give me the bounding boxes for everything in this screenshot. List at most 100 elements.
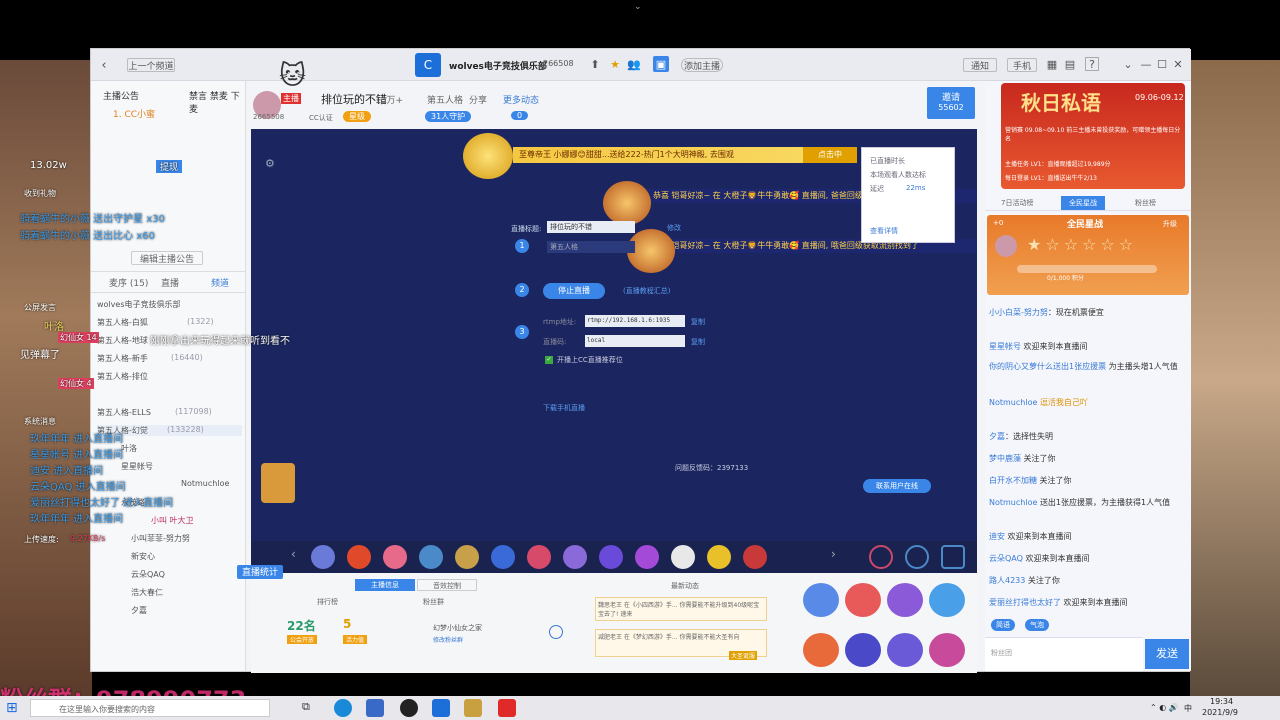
gift-item-icon[interactable] bbox=[563, 545, 587, 569]
send-button[interactable]: 发送 bbox=[1145, 639, 1189, 669]
user-item[interactable]: 云朵QAQ bbox=[131, 569, 165, 580]
edit-announcement-button[interactable]: 编辑主播公告 bbox=[131, 251, 203, 265]
title-input[interactable]: 排位玩的不错 bbox=[547, 221, 635, 233]
obs-icon[interactable] bbox=[400, 699, 418, 717]
game-tag[interactable]: 第五人格 bbox=[427, 93, 463, 106]
title-edit-link[interactable]: 修改 bbox=[667, 223, 681, 233]
tutorial-link[interactable]: (直播教程汇总) bbox=[623, 286, 670, 296]
more-link[interactable]: 更多动态 bbox=[503, 93, 539, 106]
gift-prev-icon[interactable]: ‹ bbox=[291, 547, 296, 561]
mobile-button[interactable]: 手机 bbox=[1007, 58, 1037, 72]
gift-item-icon[interactable] bbox=[347, 545, 371, 569]
tree-root[interactable]: wolves电子竞技俱乐部 bbox=[97, 299, 180, 310]
user-item[interactable]: 小叫菲菲-努力努 bbox=[131, 533, 190, 544]
live-stats-button[interactable]: 直播统计 bbox=[237, 565, 283, 579]
tab-7day-rank[interactable]: 7日活动榜 bbox=[1001, 198, 1033, 208]
gift-item-icon[interactable] bbox=[455, 545, 479, 569]
minimize-icon[interactable]: — bbox=[1139, 57, 1153, 71]
tab-channel[interactable]: 频道 bbox=[211, 276, 229, 289]
tab-star-war[interactable]: 全民星战 bbox=[1061, 196, 1105, 210]
add-anchor-button[interactable]: 添加主播 bbox=[681, 58, 723, 72]
key-input[interactable]: local bbox=[585, 335, 685, 347]
gift-settings-icon[interactable] bbox=[869, 545, 893, 569]
popup-link[interactable]: 查看详情 bbox=[870, 226, 898, 236]
share-button[interactable]: 分享 bbox=[469, 93, 487, 106]
rtmp-input[interactable]: rtmp://192.168.1.6:1935 bbox=[585, 315, 685, 327]
chat-user[interactable]: 小小白菜-努力努 bbox=[989, 308, 1048, 317]
gift-item-icon[interactable] bbox=[419, 545, 443, 569]
share-group-icon[interactable] bbox=[887, 633, 923, 667]
edge-icon[interactable] bbox=[334, 699, 352, 717]
chat-user[interactable]: 星星帐号 bbox=[989, 342, 1021, 351]
help-icon[interactable]: ? bbox=[1085, 57, 1099, 71]
camera-icon[interactable]: ▣ bbox=[653, 56, 669, 72]
user-item[interactable]: 浩大春仁 bbox=[131, 587, 163, 598]
user-item[interactable]: 小叫 叶大卫 bbox=[151, 515, 194, 526]
app-icon[interactable] bbox=[366, 699, 384, 717]
points-mall-icon[interactable] bbox=[803, 583, 839, 617]
task-view-icon[interactable]: ⧉ bbox=[302, 700, 310, 714]
gift-package-icon[interactable] bbox=[941, 545, 965, 569]
lottery-icon[interactable] bbox=[845, 583, 881, 617]
user-item[interactable]: 夕嘉 bbox=[131, 605, 147, 616]
layout-icon[interactable]: ▤ bbox=[1063, 57, 1077, 71]
user-item[interactable]: Notmuchloe bbox=[181, 479, 229, 488]
guard-rank-icon[interactable] bbox=[845, 633, 881, 667]
maximize-icon[interactable]: ☐ bbox=[1155, 57, 1169, 71]
star-upgrade[interactable]: 升级 bbox=[1163, 219, 1177, 229]
back-arrow-icon[interactable]: ‹ bbox=[97, 57, 111, 73]
tab-anchor-notice[interactable]: 主播公告 bbox=[103, 89, 139, 102]
grid-icon[interactable]: ▦ bbox=[1045, 57, 1059, 71]
fanclub-name[interactable]: 幻梦小仙女之家 bbox=[433, 623, 482, 633]
tree-item[interactable]: 第五人格-白狐 bbox=[97, 317, 148, 328]
tree-item[interactable]: 第五人格-地球 bbox=[97, 335, 148, 346]
bubble-button[interactable]: 气泡 bbox=[1025, 619, 1049, 631]
chat-user[interactable]: Notmuchloe bbox=[989, 398, 1037, 407]
winner-icon[interactable] bbox=[887, 583, 923, 617]
upload-icon[interactable]: ⬆ bbox=[589, 57, 601, 71]
gift-item-icon[interactable] bbox=[599, 545, 623, 569]
stop-live-button[interactable]: 停止直播 bbox=[543, 283, 605, 299]
chat-user[interactable]: 爱丽丝打得也太好了 bbox=[989, 598, 1061, 607]
withdraw-button[interactable]: 提现 bbox=[156, 160, 183, 173]
tab-mute-controls[interactable]: 禁言 禁麦 下麦 bbox=[189, 89, 245, 115]
dropdown-icon[interactable]: ⌄ bbox=[1121, 57, 1135, 71]
gift-next-icon[interactable]: › bbox=[831, 547, 836, 561]
system-tray-icons[interactable]: ⌃ ◐ 🔊 bbox=[1150, 703, 1179, 712]
event-banner[interactable]: 秋日私语 09.06-09.12 营销赛 09.08~09.10 前三主播未曾投… bbox=[1001, 83, 1185, 189]
users-icon[interactable]: 👥 bbox=[627, 57, 641, 71]
chat-user[interactable]: 夕嘉 bbox=[989, 432, 1005, 441]
chat-user[interactable]: 迪安 bbox=[989, 532, 1005, 541]
tab-fans-rank[interactable]: 粉丝榜 bbox=[1135, 198, 1156, 208]
chat-user[interactable]: 云朵QAQ bbox=[989, 554, 1023, 563]
chat-user[interactable]: 白开水不加糖 bbox=[989, 476, 1037, 485]
gift-item-icon[interactable] bbox=[743, 545, 767, 569]
chat-user[interactable]: Notmuchloe bbox=[989, 498, 1037, 507]
invite-button[interactable]: 邀请 55602 bbox=[927, 87, 975, 119]
gift-item-icon[interactable] bbox=[671, 545, 695, 569]
checkbox-checked-icon[interactable]: ✓ bbox=[545, 356, 553, 364]
fanclub-edit[interactable]: 修改粉丝群 bbox=[433, 635, 463, 644]
news-card[interactable]: 魏思老王 在《小四西游》手... 你需要能不能升级到40级呢宝宝去了! 速来 bbox=[595, 597, 767, 621]
user-item[interactable]: 叶洛 bbox=[121, 443, 137, 454]
chat-input[interactable]: 粉丝团 bbox=[985, 637, 1143, 671]
banner-button[interactable]: 点击中 bbox=[803, 147, 857, 163]
previous-channel-button[interactable]: 上一个频道 bbox=[127, 58, 175, 72]
moon-box-icon[interactable] bbox=[929, 583, 965, 617]
star-icon[interactable]: ★ bbox=[609, 57, 621, 71]
gift-item-icon[interactable] bbox=[311, 545, 335, 569]
cc-app-icon[interactable] bbox=[432, 699, 450, 717]
gift-item-icon[interactable] bbox=[491, 545, 515, 569]
tab-anchor-info[interactable]: 主播信息 bbox=[355, 579, 415, 591]
taskbar-search[interactable]: 在这里输入你要搜索的内容 bbox=[30, 699, 270, 717]
download-link[interactable]: 下载手机直播 bbox=[543, 403, 585, 413]
gift-item-icon[interactable] bbox=[527, 545, 551, 569]
close-icon[interactable]: ✕ bbox=[1171, 57, 1185, 71]
quick-phrase-button[interactable]: 简语 bbox=[991, 619, 1015, 631]
protect-badge[interactable]: 31人守护 bbox=[425, 111, 472, 122]
tab-live[interactable]: 直播 bbox=[161, 276, 179, 289]
tree-item[interactable]: 第五人格-ELLS bbox=[97, 407, 151, 418]
tree-item[interactable]: 第五人格-排位 bbox=[97, 371, 148, 382]
game-app-icon[interactable] bbox=[464, 699, 482, 717]
online-item[interactable]: 1. CC小蜜 bbox=[113, 107, 155, 120]
